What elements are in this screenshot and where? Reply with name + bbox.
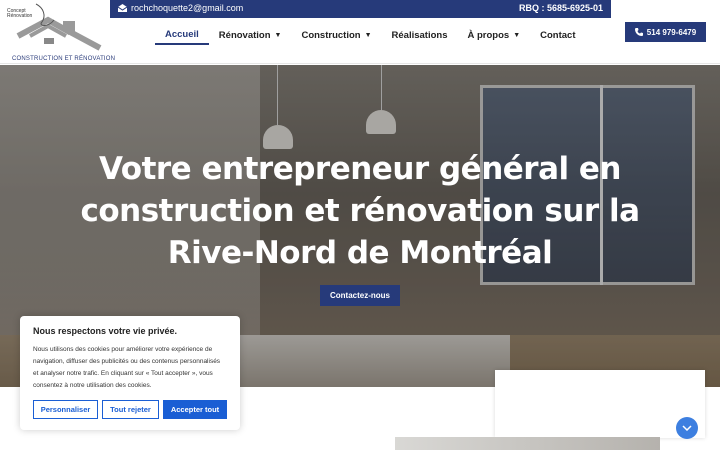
content-image bbox=[395, 437, 660, 450]
cookie-customize-button[interactable]: Personnaliser bbox=[33, 400, 98, 419]
hero-title-line: Rive-Nord de Montréal bbox=[167, 235, 553, 271]
site-header: Concept Rénovation CONSTRUCTION ET RÉNOV… bbox=[0, 0, 720, 64]
logo-brand-text: CONSTRUCTION ET RÉNOVATION bbox=[12, 56, 116, 62]
cookie-buttons: Personnaliser Tout rejeter Accepter tout bbox=[33, 400, 227, 419]
cookie-title: Nous respectons votre vie privée. bbox=[33, 326, 178, 336]
scroll-button[interactable] bbox=[676, 417, 698, 439]
nav-item-construction[interactable]: Construction ▼ bbox=[291, 25, 381, 45]
page: Concept Rénovation CONSTRUCTION ET RÉNOV… bbox=[0, 0, 720, 450]
cookie-body: Nous utilisons des cookies pour améliore… bbox=[33, 346, 221, 389]
phone-icon bbox=[634, 28, 643, 36]
nav-item-label: Réalisations bbox=[391, 29, 448, 41]
hero-title-line: construction et rénovation sur la bbox=[80, 193, 640, 229]
nav-item-contact[interactable]: Contact bbox=[530, 25, 585, 45]
caret-down-icon: ▼ bbox=[513, 31, 521, 39]
nav-item-realisations[interactable]: Réalisations bbox=[382, 25, 458, 45]
phone-button[interactable]: 514 979-6479 bbox=[625, 22, 706, 42]
main-nav: Accueil Rénovation ▼ Construction ▼ Réal… bbox=[155, 25, 586, 47]
chat-widget-panel bbox=[495, 370, 705, 438]
rbq-license: RBQ : 5685-6925-01 bbox=[518, 3, 603, 13]
logo-brand-small: Concept Rénovation bbox=[7, 8, 33, 19]
caret-down-icon: ▼ bbox=[364, 31, 372, 39]
hero-title: Votre entrepreneur général en constructi… bbox=[0, 148, 720, 274]
nav-item-a-propos[interactable]: À propos ▼ bbox=[457, 25, 530, 45]
caret-down-icon: ▼ bbox=[274, 31, 282, 39]
nav-item-label: Rénovation bbox=[218, 29, 271, 41]
mail-icon bbox=[118, 4, 127, 12]
nav-item-label: Accueil bbox=[165, 28, 199, 40]
contact-cta-button[interactable]: Contactez-nous bbox=[320, 285, 400, 306]
cookie-accept-button[interactable]: Accepter tout bbox=[163, 400, 227, 419]
top-bar: rochchoquette2@gmail.com RBQ : 5685-6925… bbox=[110, 0, 611, 18]
cookie-reject-button[interactable]: Tout rejeter bbox=[102, 400, 159, 419]
nav-item-renovation[interactable]: Rénovation ▼ bbox=[209, 25, 292, 45]
nav-item-label: À propos bbox=[467, 29, 510, 41]
cookie-banner: Nous respectons votre vie privée. Nous u… bbox=[20, 316, 240, 430]
logo[interactable]: Concept Rénovation CONSTRUCTION ET RÉNOV… bbox=[4, 2, 115, 62]
email-link[interactable]: rochchoquette2@gmail.com bbox=[118, 3, 243, 13]
email-text: rochchoquette2@gmail.com bbox=[131, 3, 244, 13]
chevron-down-icon bbox=[682, 425, 692, 431]
nav-item-label: Contact bbox=[540, 29, 576, 41]
nav-item-accueil[interactable]: Accueil bbox=[155, 25, 209, 45]
phone-label: 514 979-6479 bbox=[646, 27, 697, 37]
hero-title-line: Votre entrepreneur général en bbox=[98, 151, 622, 187]
nav-item-label: Construction bbox=[301, 29, 361, 41]
